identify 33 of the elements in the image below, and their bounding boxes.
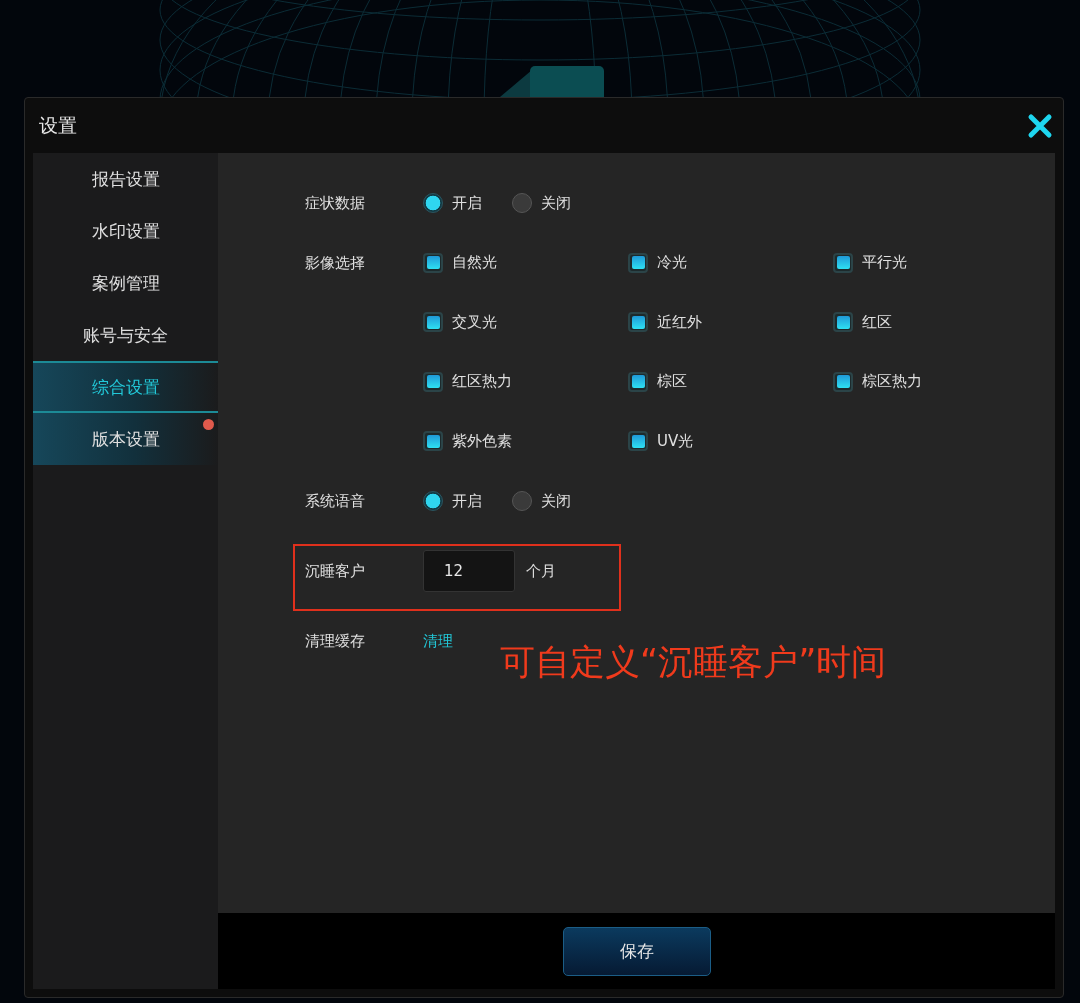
close-icon — [1027, 112, 1053, 139]
radio-option[interactable]: 开启 — [423, 491, 482, 511]
checkbox-option[interactable]: 紫外色素 — [423, 431, 628, 452]
clear-link[interactable]: 清理 — [423, 631, 453, 651]
radio-option[interactable]: 开启 — [423, 193, 482, 213]
checkbox-option[interactable]: 红区 — [833, 312, 1038, 333]
save-button[interactable]: 保存 — [562, 926, 711, 976]
setting-label: 清理缓存 — [305, 631, 366, 651]
checkbox-option[interactable]: 棕区 — [628, 371, 833, 392]
close-button[interactable] — [1027, 112, 1053, 139]
checkbox-option[interactable]: 冷光 — [628, 252, 833, 273]
sidebar-item[interactable]: 案例管理 — [33, 257, 218, 309]
setting-label: 症状数据 — [305, 193, 366, 213]
setting-label: 系统语音 — [305, 491, 366, 511]
radio-option[interactable]: 关闭 — [512, 193, 571, 213]
checkbox-option[interactable]: 平行光 — [833, 252, 1038, 273]
radio-option[interactable]: 关闭 — [512, 491, 571, 511]
setting-label: 影像选择 — [305, 253, 366, 274]
annotation-text: 可自定义“沉睡客户”时间 — [500, 641, 887, 684]
setting-label: 沉睡客户 — [305, 561, 366, 581]
checkbox-option[interactable]: 红区热力 — [423, 371, 628, 392]
unit-label: 个月 — [526, 561, 556, 581]
checkbox-option[interactable]: 棕区热力 — [833, 371, 1038, 392]
sidebar-item[interactable]: 水印设置 — [33, 205, 218, 257]
checkbox-option[interactable]: 交叉光 — [423, 312, 628, 333]
sidebar-item[interactable]: 账号与安全 — [33, 309, 218, 361]
checkbox-option[interactable]: 近红外 — [628, 312, 833, 333]
number-field[interactable]: 12 — [423, 550, 515, 592]
sidebar-item[interactable]: 综合设置 — [33, 361, 218, 413]
checkbox-option[interactable]: 自然光 — [423, 252, 628, 273]
sidebar-item[interactable]: 报告设置 — [33, 153, 218, 205]
checkbox-option[interactable]: UV光 — [628, 431, 833, 452]
window-title: 设置 — [39, 112, 77, 138]
